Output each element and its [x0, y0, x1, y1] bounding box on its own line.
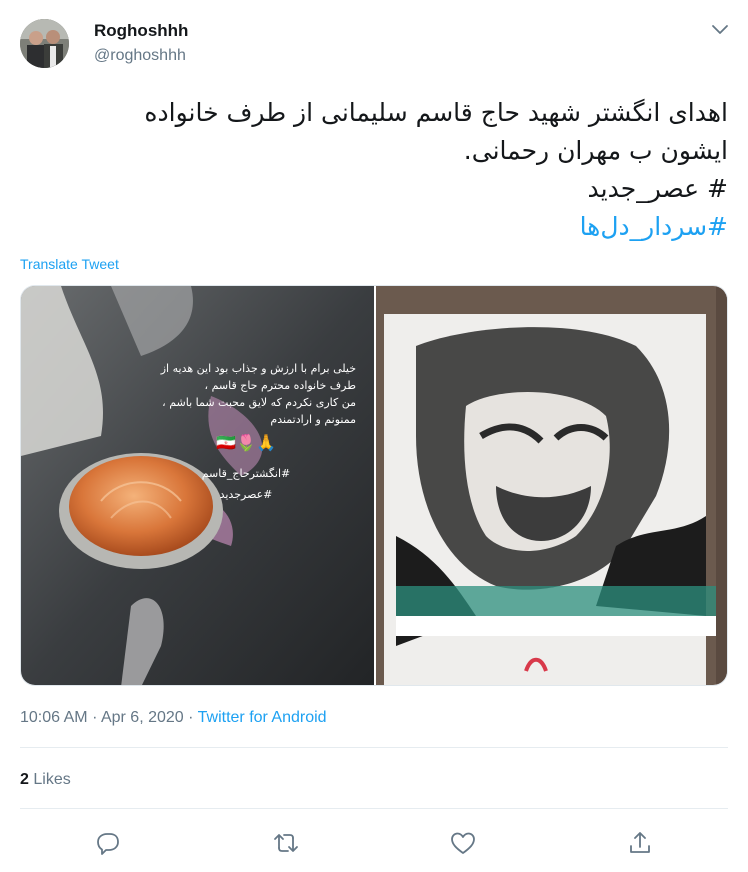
- tweet-line: ایشون ب مهران رحمانی.: [463, 136, 728, 165]
- photo-caption-line: خیلی برام با ارزش و جذاب بود این هدیه از: [160, 362, 356, 375]
- photo-caption-emoji: 🙏🌷🇮🇷: [216, 433, 276, 452]
- photo-caption-line: ممنونم و ارادتمندم: [270, 413, 356, 426]
- translate-tweet-link[interactable]: Translate Tweet: [20, 256, 119, 272]
- divider: [20, 808, 728, 809]
- tweet-line: اهدای انگشتر شهید حاج قاسم سلیمانی از طر…: [144, 98, 728, 127]
- like-icon[interactable]: [449, 829, 477, 857]
- tweet-source-link[interactable]: Twitter for Android: [198, 709, 327, 726]
- tweet-date: Apr 6, 2020: [100, 709, 184, 726]
- portrait-photo[interactable]: [376, 286, 727, 685]
- avatar[interactable]: [20, 19, 69, 68]
- photo-caption-line: طرف خانواده محترم حاج قاسم ،: [204, 379, 356, 392]
- photo-caption-tag: #عصرجدید: [219, 488, 273, 501]
- hashtag-plain: # عصر_جدید: [587, 174, 728, 203]
- photo-caption-tag: #انگشترحاج_قاسم: [201, 467, 291, 480]
- likes-number: 2: [20, 771, 29, 788]
- divider: [20, 747, 728, 748]
- reply-icon[interactable]: [94, 829, 122, 857]
- likes-label: Likes: [33, 771, 71, 788]
- likes-count[interactable]: 2 Likes: [20, 771, 71, 789]
- user-handle[interactable]: @roghoshhh: [94, 47, 186, 65]
- meta-separator: ·: [92, 709, 98, 726]
- avatar-photo: [20, 19, 69, 68]
- share-icon[interactable]: [626, 829, 654, 857]
- display-name[interactable]: Roghoshhh: [94, 21, 188, 41]
- hashtag-link[interactable]: #سردار_دل‌ها: [580, 212, 728, 241]
- tweet-meta: 10:06 AM · Apr 6, 2020 · Twitter for And…: [20, 709, 327, 727]
- ring-photo[interactable]: خیلی برام با ارزش و جذاب بود این هدیه از…: [21, 286, 374, 685]
- meta-separator: ·: [188, 709, 194, 726]
- chevron-down-icon[interactable]: [706, 18, 734, 40]
- retweet-icon[interactable]: [272, 829, 300, 857]
- tweet-text: اهدای انگشتر شهید حاج قاسم سلیمانی از طر…: [20, 94, 728, 246]
- media-grid: خیلی برام با ارزش و جذاب بود این هدیه از…: [20, 285, 728, 686]
- photo-caption-line: من کاری نکردم که لایق محبت شما باشم ،: [162, 396, 356, 409]
- tweet-time: 10:06 AM: [20, 709, 88, 726]
